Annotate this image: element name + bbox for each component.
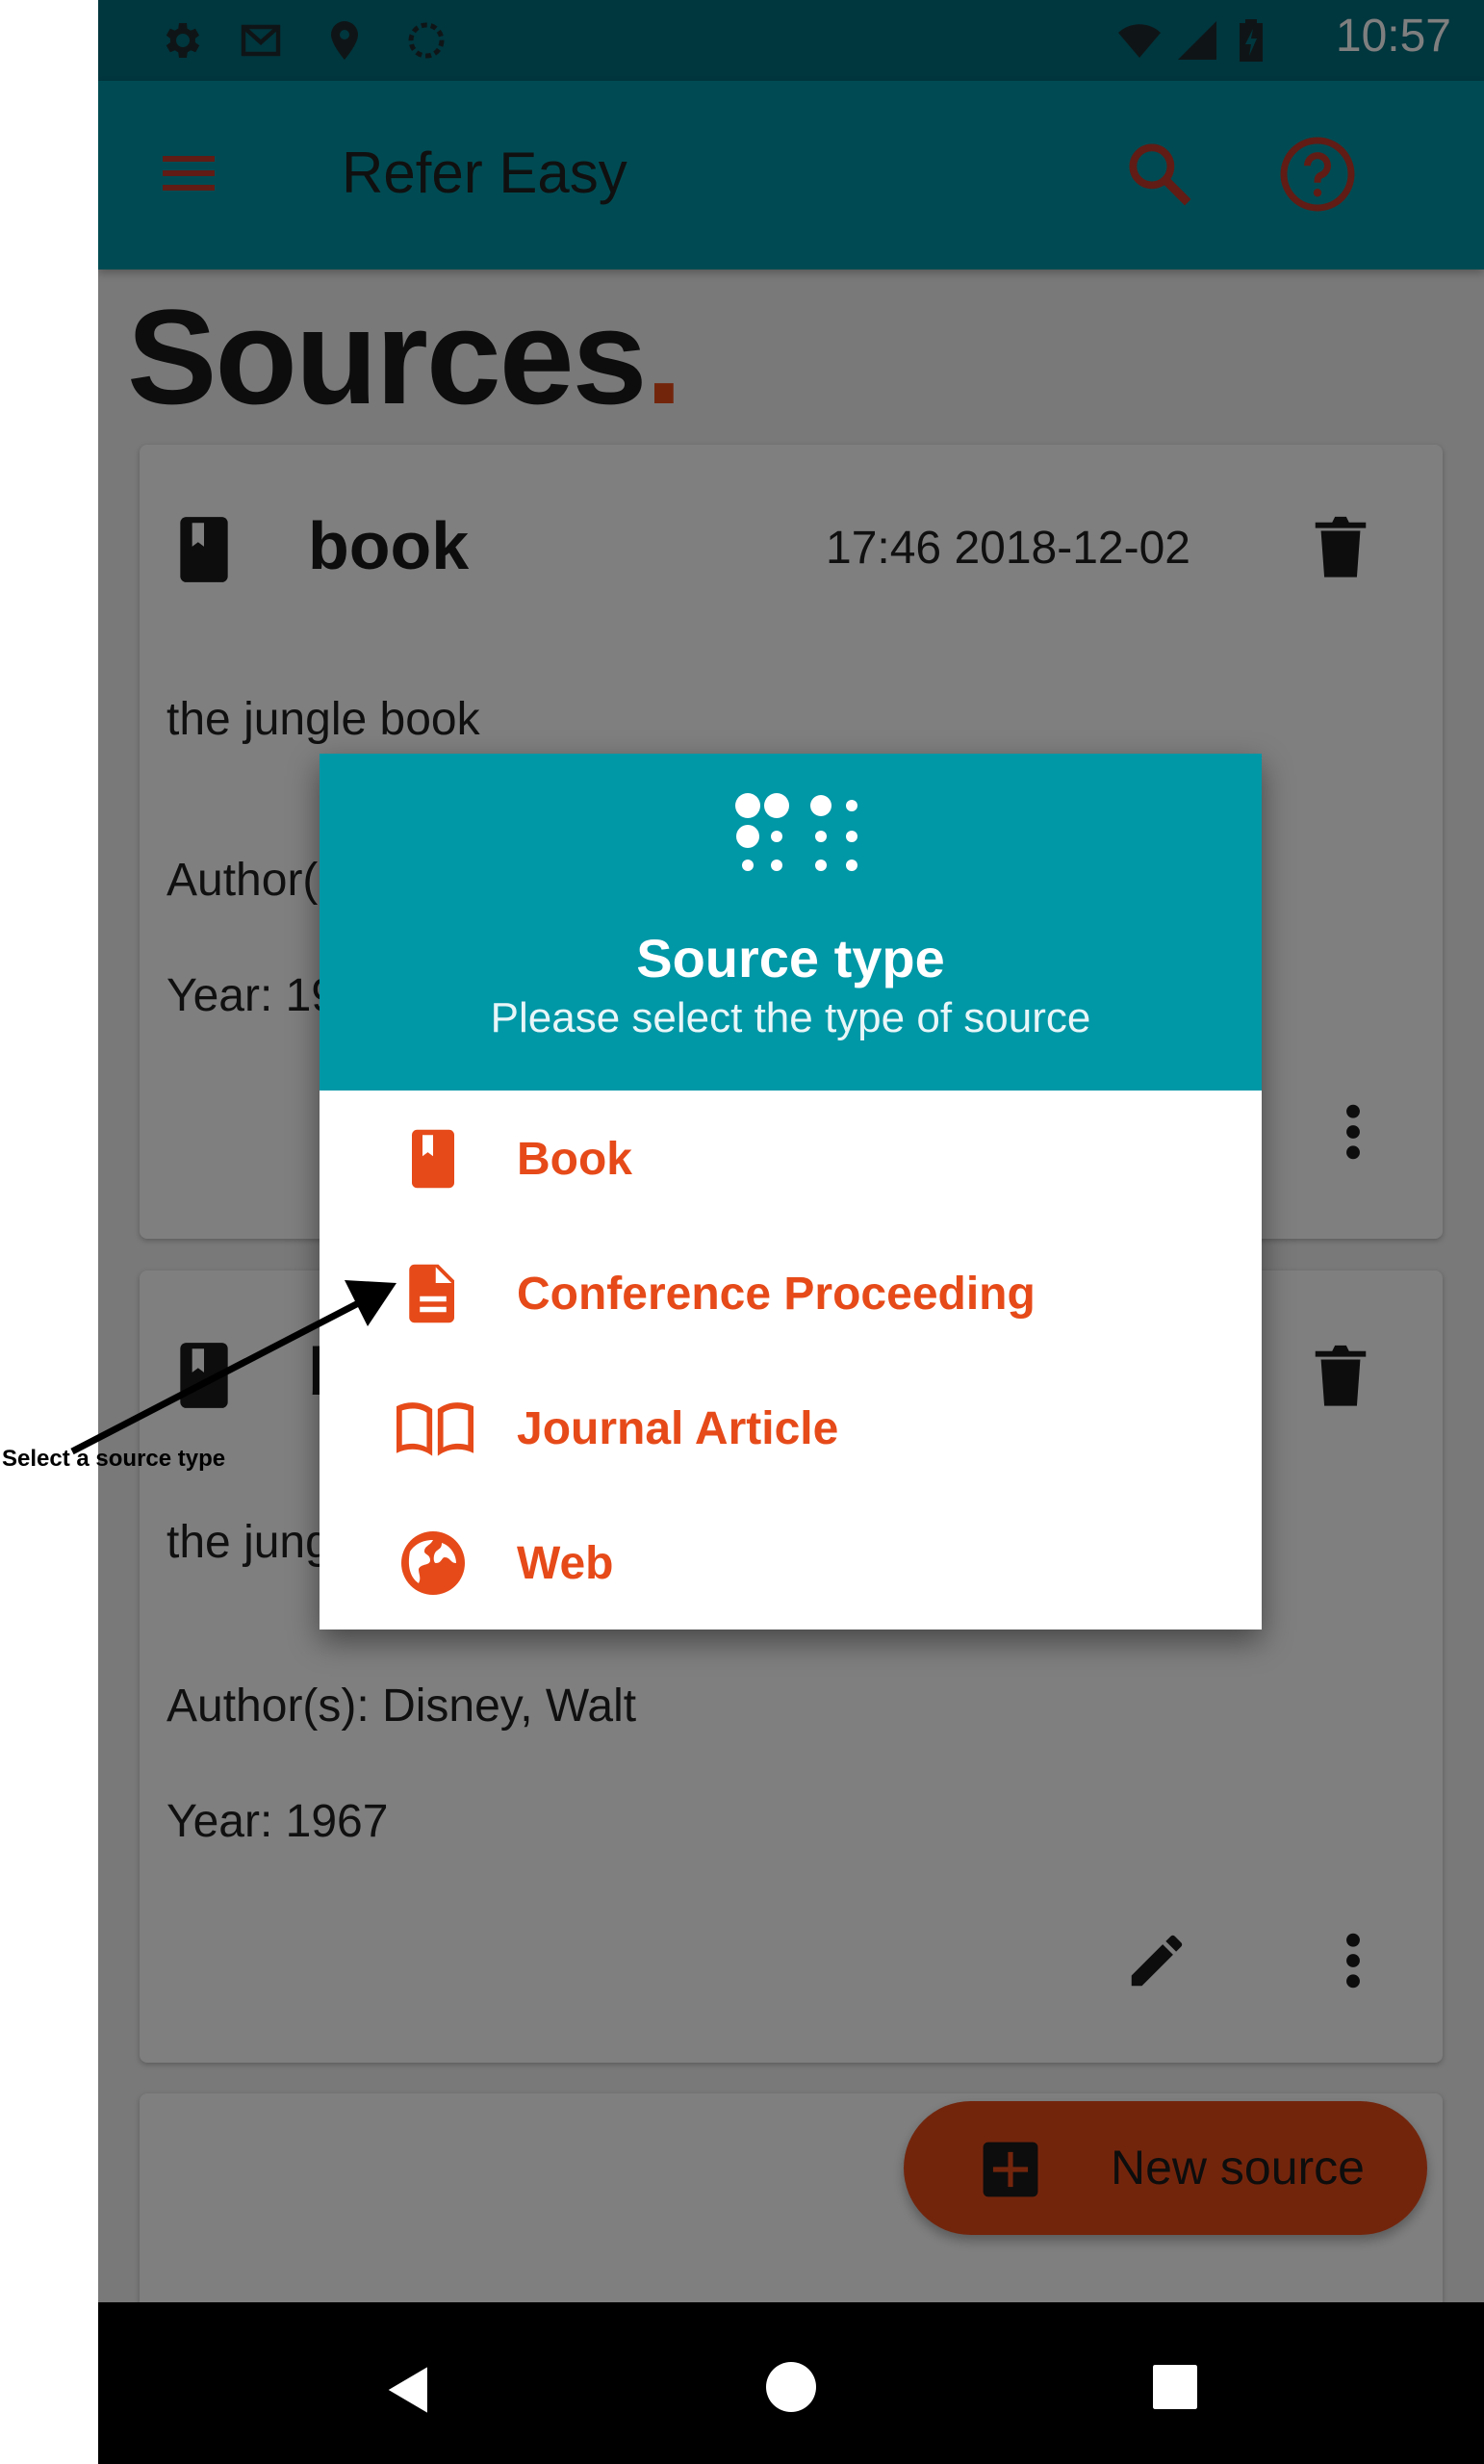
option-book[interactable]: Book: [320, 1091, 1262, 1225]
option-journal-article[interactable]: Journal Article: [320, 1360, 1262, 1495]
annotation-label: Select a source type: [2, 1446, 226, 1472]
book-icon: [412, 1129, 454, 1189]
option-web[interactable]: Web: [320, 1495, 1262, 1630]
navigation-bar: [98, 2302, 1484, 2464]
open-book-icon: [397, 1402, 473, 1456]
phone-screen: 10:57 Refer Easy Sources. book 17:46 201…: [98, 0, 1484, 2464]
option-conference-proceeding[interactable]: Conference Proceeding: [320, 1225, 1262, 1360]
dots-pattern-icon: [735, 793, 857, 871]
option-label: Conference Proceeding: [517, 1269, 1036, 1320]
option-label: Journal Article: [517, 1403, 839, 1454]
dialog-subtitle: Please select the type of source: [490, 994, 1091, 1041]
option-label: Book: [517, 1134, 632, 1185]
dialog-header: Source type Please select the type of so…: [320, 754, 1262, 1091]
recents-icon[interactable]: [1153, 2365, 1197, 2409]
source-type-dialog: Source type Please select the type of so…: [320, 754, 1262, 1630]
option-label: Web: [517, 1538, 614, 1589]
globe-icon: [401, 1531, 465, 1595]
home-icon[interactable]: [766, 2362, 816, 2412]
document-icon: [409, 1264, 454, 1323]
dialog-title: Source type: [636, 928, 945, 988]
back-icon[interactable]: [385, 2365, 433, 2415]
